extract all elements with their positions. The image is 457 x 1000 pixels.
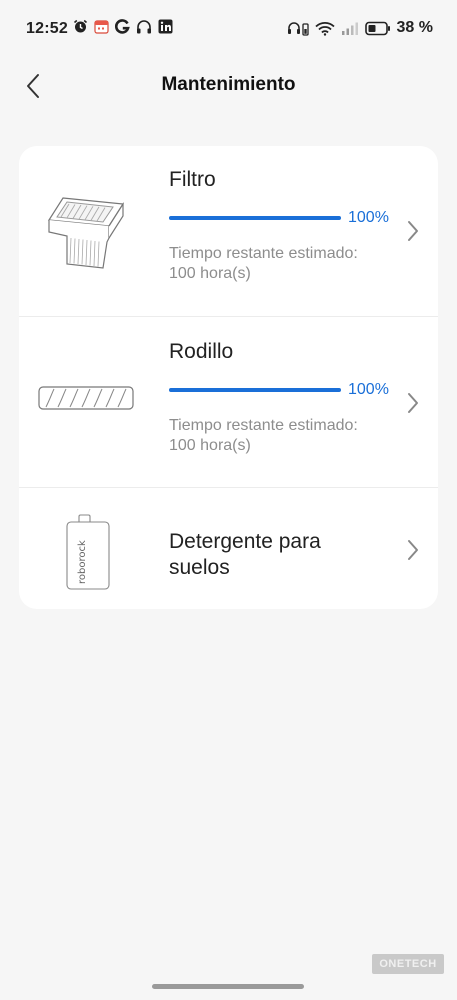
watermark: ONETECH [372,954,444,974]
calendar-icon [94,20,109,34]
progress-fill [169,216,341,220]
home-indicator[interactable] [152,984,304,989]
status-bar: 12:52 38 % [0,0,457,62]
linkedin-icon [158,19,173,34]
remaining-time-label: Tiempo restante estimado: [169,245,358,262]
item-name-line1: Detergente para [169,530,321,553]
page-title: Mantenimiento [161,74,296,95]
maintenance-card: Filtro 100% Tiempo restante estimado: 10… [19,146,438,609]
maintenance-item-roller[interactable]: Rodillo 100% Tiempo restante estimado: 1… [19,317,438,487]
progress-percent: 100% [348,381,389,398]
filter-icon [47,197,125,269]
item-name: Filtro [169,168,216,191]
battery-icon [364,21,390,35]
wifi-icon [314,21,335,36]
notification-icons [73,19,173,34]
remaining-time-value: 100 hora(s) [169,437,251,454]
system-icons: 38 % [287,19,433,37]
item-name: Rodillo [169,340,234,363]
detergent-bottle-icon: roborock [66,514,110,590]
chevron-right-icon [408,393,418,413]
remaining-time-label: Tiempo restante estimado: [169,417,358,434]
remaining-time-value: 100 hora(s) [169,265,251,282]
item-name-line2: suelos [169,556,230,579]
maintenance-item-detergent[interactable]: roborock Detergente para suelos [19,488,438,609]
item-name: Detergente para suelos [169,529,321,581]
progress-fill [169,388,341,392]
status-time: 12:52 [26,20,68,37]
progress-percent: 100% [348,209,389,226]
chevron-right-icon [408,540,418,560]
g-app-icon [115,19,130,34]
signal-icon [341,22,358,35]
earbuds-icon [287,21,309,36]
battery-percentage: 38 % [396,19,433,36]
maintenance-item-filter[interactable]: Filtro 100% Tiempo restante estimado: 10… [19,146,438,316]
progress-bar [169,216,341,220]
alarm-icon [73,19,88,33]
bottle-label: roborock [77,540,88,584]
progress-bar [169,388,341,392]
headphones-icon [137,20,151,34]
chevron-right-icon [408,221,418,241]
roller-icon [38,386,134,410]
